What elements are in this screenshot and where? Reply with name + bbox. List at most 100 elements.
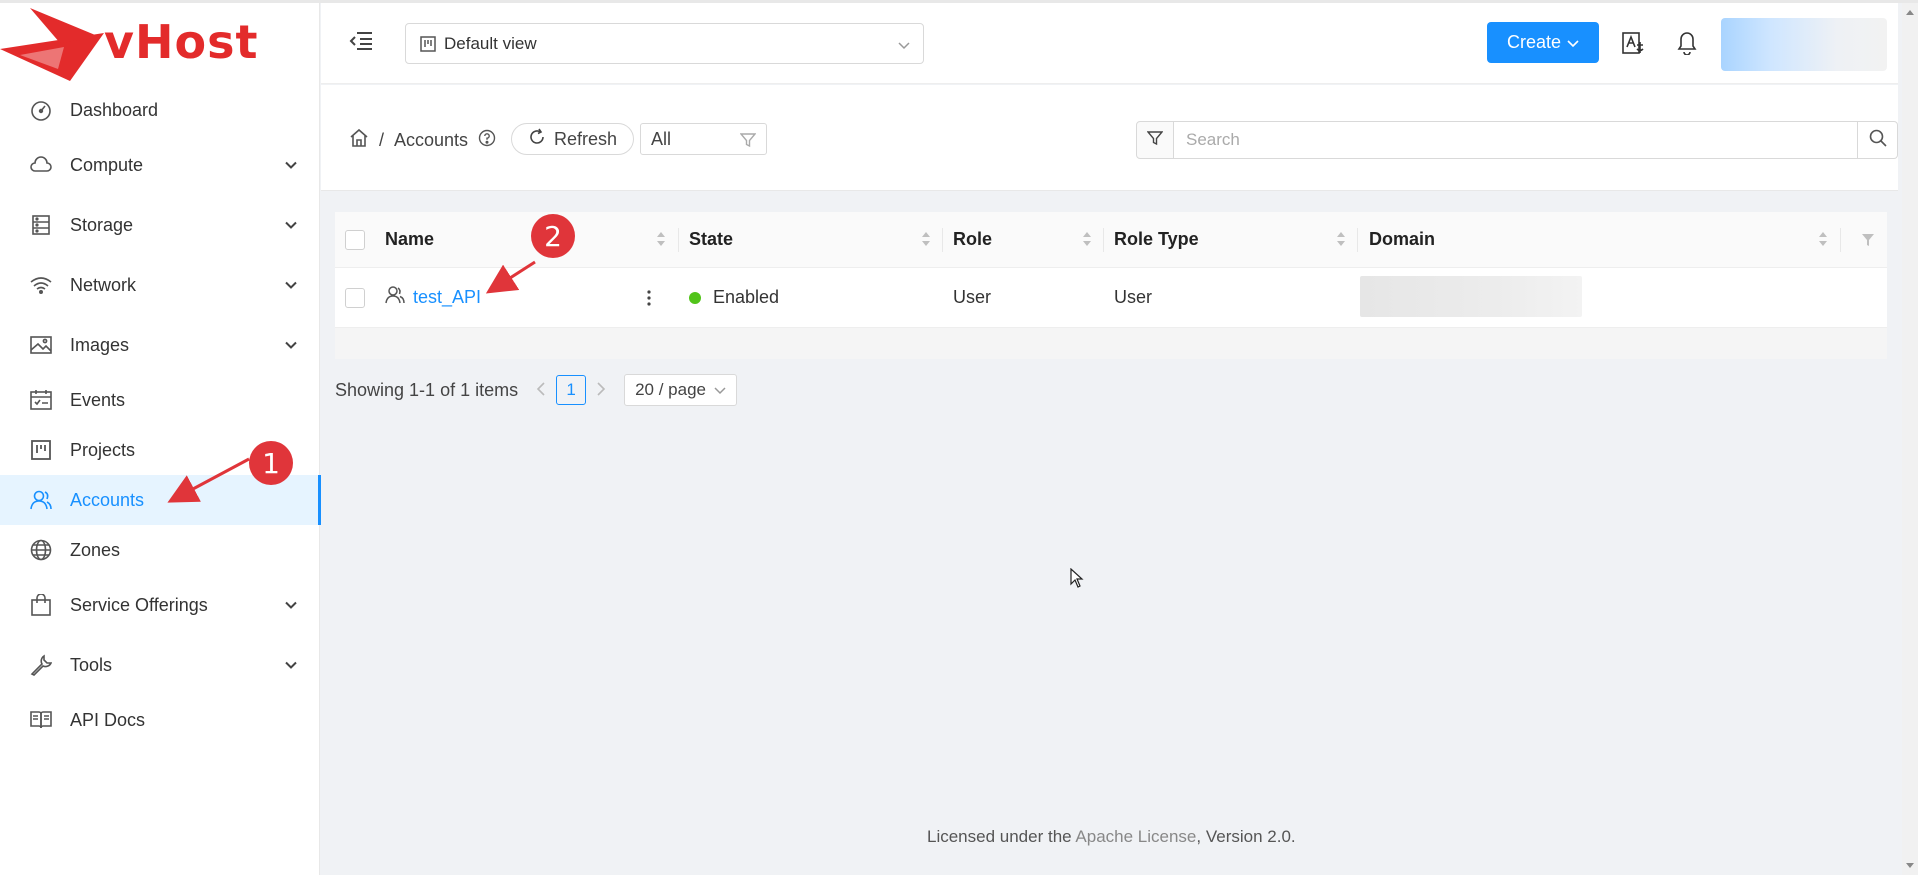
row-checkbox[interactable] bbox=[345, 287, 365, 308]
table-footer-space bbox=[335, 328, 1887, 359]
sidebar-item-label: Events bbox=[70, 389, 126, 410]
breadcrumb-separator: / bbox=[379, 130, 385, 150]
column-header-role[interactable]: Role bbox=[953, 212, 992, 267]
top-header: Default view Create bbox=[321, 3, 1898, 84]
filter-select-value: All bbox=[651, 128, 672, 149]
prev-page-icon[interactable] bbox=[536, 380, 546, 401]
sidebar-item-service-offerings[interactable]: Service Offerings bbox=[0, 575, 320, 635]
column-divider bbox=[1103, 228, 1104, 252]
account-filter-select[interactable]: All bbox=[640, 123, 767, 155]
search-input[interactable] bbox=[1174, 121, 1858, 159]
page-number-current[interactable]: 1 bbox=[556, 375, 587, 405]
sidebar-item-label: Projects bbox=[70, 439, 136, 460]
breadcrumb: / Accounts bbox=[349, 128, 496, 153]
sort-icon[interactable] bbox=[1082, 231, 1092, 252]
next-page-icon[interactable] bbox=[596, 380, 606, 401]
cloud-icon bbox=[28, 152, 54, 178]
view-select[interactable]: Default view bbox=[405, 23, 924, 64]
filter-icon bbox=[1146, 130, 1164, 151]
sidebar-item-label: Service Offerings bbox=[70, 594, 208, 615]
logo-mark-icon bbox=[0, 8, 104, 81]
annotation-badge-1: 1 bbox=[249, 441, 293, 485]
chevron-down-icon bbox=[897, 36, 911, 56]
select-all-cell bbox=[345, 212, 365, 267]
sidebar-item-zones[interactable]: Zones bbox=[0, 525, 320, 575]
chevron-down-icon bbox=[284, 215, 298, 236]
reload-icon bbox=[528, 128, 546, 151]
project-icon bbox=[28, 437, 54, 463]
search-bar bbox=[1136, 121, 1898, 159]
refresh-button-label: Refresh bbox=[554, 128, 618, 149]
column-header-role-type[interactable]: Role Type bbox=[1114, 212, 1199, 267]
account-name: test_API bbox=[413, 287, 482, 307]
create-button-label: Create bbox=[1506, 32, 1562, 52]
bell-icon[interactable] bbox=[1677, 31, 1697, 60]
create-button[interactable]: Create bbox=[1487, 22, 1599, 63]
account-role-type: User bbox=[1114, 287, 1153, 307]
chevron-down-icon bbox=[284, 335, 298, 356]
refresh-button[interactable]: Refresh bbox=[511, 123, 635, 155]
sidebar-item-label: Zones bbox=[70, 539, 121, 560]
column-divider bbox=[1840, 228, 1841, 252]
column-header-state[interactable]: State bbox=[689, 212, 733, 267]
help-icon[interactable] bbox=[478, 129, 496, 152]
chevron-down-icon bbox=[714, 380, 726, 400]
column-header-domain[interactable]: Domain bbox=[1369, 212, 1435, 267]
sidebar-item-api-docs[interactable]: API Docs bbox=[0, 695, 320, 745]
select-all-checkbox[interactable] bbox=[345, 229, 365, 250]
column-filter-icon[interactable] bbox=[1861, 232, 1875, 252]
sort-icon[interactable] bbox=[1336, 231, 1346, 252]
sidebar-item-storage[interactable]: Storage bbox=[0, 195, 320, 255]
sidebar-item-label: Images bbox=[70, 334, 130, 355]
sidebar-item-images[interactable]: Images bbox=[0, 315, 320, 375]
pagination-summary: Showing 1-1 of 1 items bbox=[335, 379, 519, 400]
row-actions-icon[interactable] bbox=[646, 268, 652, 327]
license-link[interactable]: Apache License bbox=[1075, 827, 1196, 846]
sidebar-menu: Dashboard Compute Storage Network Images… bbox=[0, 85, 321, 745]
brand-logo[interactable]: vHost bbox=[0, 3, 320, 83]
license-footer: Licensed under the Apache License, Versi… bbox=[927, 827, 1296, 847]
search-filter-button[interactable] bbox=[1136, 121, 1174, 159]
user-avatar-menu[interactable] bbox=[1721, 18, 1887, 71]
chevron-down-icon bbox=[284, 655, 298, 676]
sidebar-item-network[interactable]: Network bbox=[0, 255, 320, 315]
globe-icon bbox=[28, 537, 54, 563]
menu-fold-icon[interactable] bbox=[349, 31, 373, 56]
account-name-link[interactable]: test_API bbox=[385, 286, 481, 309]
search-icon bbox=[1869, 129, 1887, 152]
sidebar-item-dashboard[interactable]: Dashboard bbox=[0, 85, 320, 135]
sidebar-item-label: Network bbox=[70, 274, 137, 295]
column-divider bbox=[942, 228, 943, 252]
breadcrumb-current: Accounts bbox=[394, 130, 469, 150]
account-domain-redacted bbox=[1360, 276, 1582, 317]
scroll-down-icon[interactable] bbox=[1902, 857, 1918, 873]
account-role: User bbox=[953, 287, 992, 307]
user-icon bbox=[385, 286, 405, 309]
chevron-down-icon bbox=[284, 155, 298, 176]
translate-icon[interactable] bbox=[1621, 31, 1645, 60]
home-icon[interactable] bbox=[349, 128, 369, 153]
sidebar-item-compute[interactable]: Compute bbox=[0, 135, 320, 195]
scroll-up-icon[interactable] bbox=[1902, 5, 1918, 21]
account-state: Enabled bbox=[713, 287, 780, 307]
sort-icon[interactable] bbox=[656, 231, 666, 252]
sidebar-item-events[interactable]: Events bbox=[0, 375, 320, 425]
sidebar-item-label: API Docs bbox=[70, 709, 146, 730]
sort-icon[interactable] bbox=[921, 231, 931, 252]
annotation-badge-2: 2 bbox=[531, 214, 575, 258]
sort-icon[interactable] bbox=[1818, 231, 1828, 252]
page-size-select[interactable]: 20 / page bbox=[624, 374, 737, 406]
image-icon bbox=[28, 332, 54, 358]
status-dot bbox=[689, 291, 701, 304]
footer-prefix: Licensed under the bbox=[927, 827, 1076, 846]
chevron-down-icon bbox=[1567, 32, 1579, 53]
sidebar-item-tools[interactable]: Tools bbox=[0, 635, 320, 695]
column-header-name[interactable]: Name bbox=[385, 212, 434, 267]
users-icon bbox=[28, 487, 54, 513]
storage-icon bbox=[28, 212, 54, 238]
page-scrollbar[interactable] bbox=[1902, 3, 1918, 875]
column-divider bbox=[1357, 228, 1358, 252]
search-button[interactable] bbox=[1858, 121, 1898, 159]
row-select-cell bbox=[345, 268, 365, 327]
table-row: test_API Enabled User User bbox=[335, 268, 1887, 328]
